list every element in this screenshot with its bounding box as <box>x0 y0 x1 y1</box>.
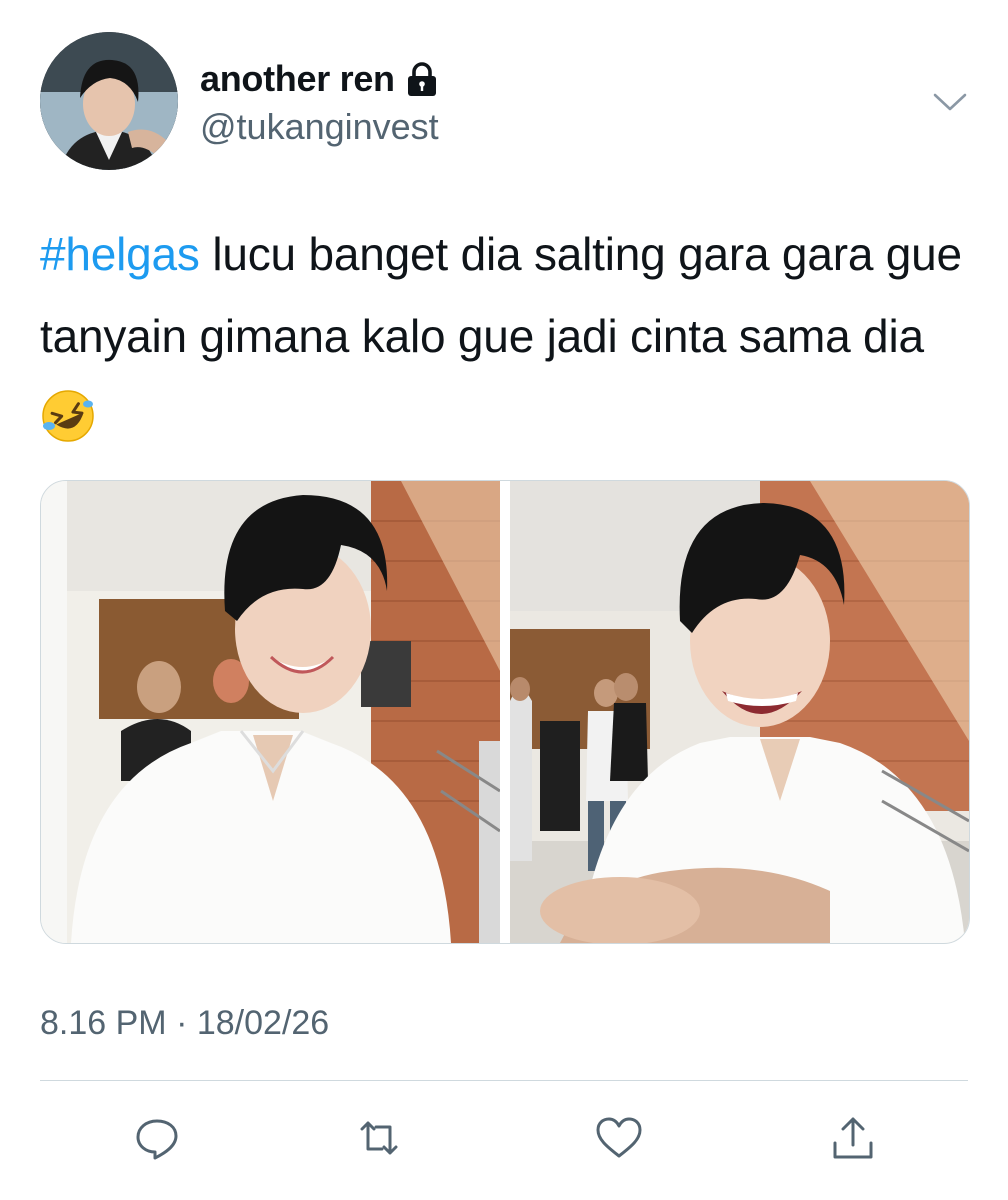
meta-separator: · <box>176 1004 188 1042</box>
share-icon[interactable] <box>828 1113 878 1163</box>
author-handle[interactable]: @tukanginvest <box>200 106 439 148</box>
reply-icon[interactable] <box>132 1113 182 1163</box>
action-bar <box>0 1113 1008 1163</box>
author-name-row: another ren <box>200 58 439 100</box>
tweet-timestamp[interactable]: 8.16 PM · 18/02/26 <box>40 1004 329 1043</box>
media-grid <box>40 480 970 944</box>
rolling-laughing-emoji-icon <box>40 387 96 443</box>
tweet-date: 18/02/26 <box>196 1004 330 1042</box>
photo-icon <box>510 481 969 943</box>
retweet-icon[interactable] <box>354 1113 404 1163</box>
photo-icon <box>41 481 500 943</box>
tweet-photo-2[interactable] <box>510 481 969 943</box>
hashtag-link[interactable]: #helgas <box>40 228 200 280</box>
lock-icon <box>405 61 439 97</box>
author-display-name[interactable]: another ren <box>200 58 395 100</box>
tweet-photo-1[interactable] <box>41 481 500 943</box>
chevron-down-icon[interactable] <box>932 86 968 116</box>
avatar-image <box>40 32 178 170</box>
tweet-text: #helgas lucu banget dia salting gara gar… <box>40 213 970 459</box>
author-avatar[interactable] <box>40 32 178 170</box>
like-icon[interactable] <box>594 1113 644 1163</box>
divider <box>40 1080 968 1081</box>
tweet-time: 8.16 PM <box>40 1004 167 1042</box>
